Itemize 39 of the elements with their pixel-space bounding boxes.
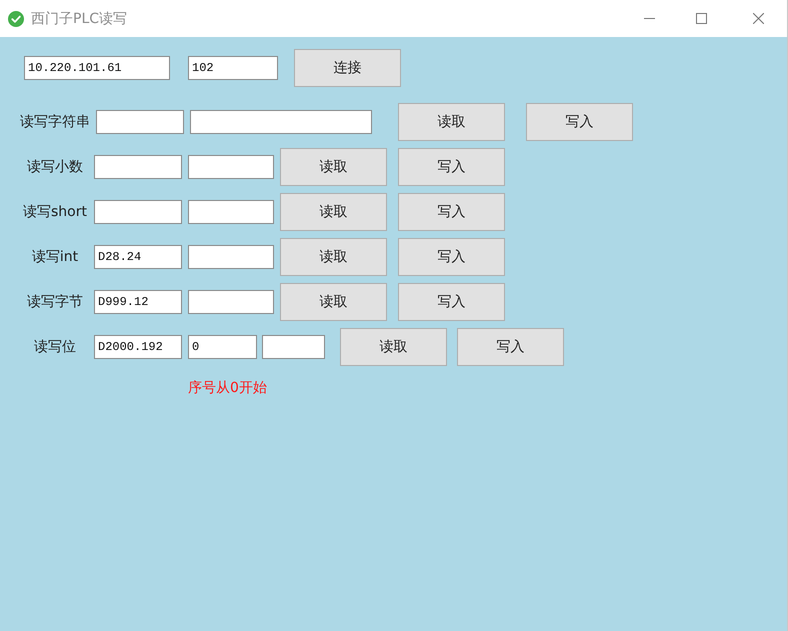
check-circle-icon <box>8 10 24 26</box>
ip-address-field[interactable]: 10.220.101.61 <box>24 56 170 80</box>
address-field[interactable]: D999.12 <box>94 290 182 314</box>
value-field[interactable] <box>188 245 274 269</box>
read-button[interactable]: 读取 <box>280 148 387 186</box>
row-label: 读写字符串 <box>19 113 91 131</box>
write-button[interactable]: 写入 <box>457 328 564 366</box>
address-field[interactable] <box>96 110 184 134</box>
row-label: 读写字节 <box>26 293 84 311</box>
row-label: 读写小数 <box>26 158 84 176</box>
value-field[interactable] <box>188 200 274 224</box>
write-button[interactable]: 写入 <box>398 193 505 231</box>
window-title: 西门子PLC读写 <box>31 10 128 28</box>
close-icon <box>752 13 764 24</box>
address-field[interactable]: D28.24 <box>94 245 182 269</box>
row-label: 读写int <box>30 248 80 266</box>
address-field[interactable]: D2000.192 <box>94 335 182 359</box>
address-field[interactable] <box>94 155 182 179</box>
value-field[interactable] <box>188 290 274 314</box>
row-label: 读写short <box>22 203 88 221</box>
write-button[interactable]: 写入 <box>526 103 633 141</box>
write-button[interactable]: 写入 <box>398 238 505 276</box>
connect-button[interactable]: 连接 <box>294 49 401 87</box>
write-button[interactable]: 写入 <box>398 283 505 321</box>
read-button[interactable]: 读取 <box>280 238 387 276</box>
address-field[interactable] <box>94 200 182 224</box>
hint-text: 序号从0开始 <box>188 379 267 397</box>
bit-index-field[interactable]: 0 <box>188 335 257 359</box>
read-button[interactable]: 读取 <box>340 328 447 366</box>
port-field[interactable]: 102 <box>188 56 278 80</box>
value-field[interactable] <box>262 335 325 359</box>
row-label: 读写位 <box>33 338 77 356</box>
read-button[interactable]: 读取 <box>280 283 387 321</box>
value-field[interactable] <box>190 110 372 134</box>
value-field[interactable] <box>188 155 274 179</box>
read-button[interactable]: 读取 <box>280 193 387 231</box>
maximize-icon <box>696 13 706 24</box>
read-button[interactable]: 读取 <box>398 103 505 141</box>
write-button[interactable]: 写入 <box>398 148 505 186</box>
